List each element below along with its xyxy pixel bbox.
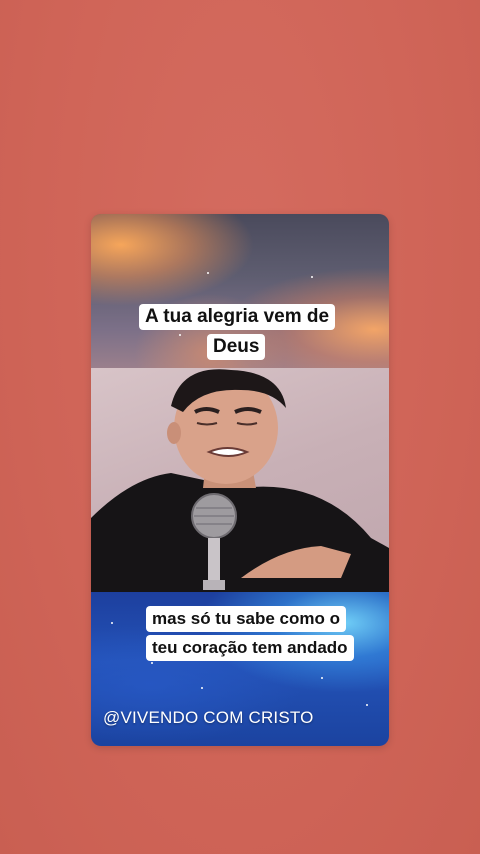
star-icon bbox=[111, 622, 113, 624]
caption-bottom-line-1: mas só tu sabe como o bbox=[146, 606, 346, 632]
caption-top-line-2-text: Deus bbox=[213, 336, 260, 357]
caption-top-line-1-text: A tua alegria vem de bbox=[145, 306, 330, 327]
singer-portrait bbox=[91, 368, 389, 592]
star-icon bbox=[311, 276, 313, 278]
caption-top-line-2: Deus bbox=[207, 334, 266, 360]
star-icon bbox=[151, 662, 153, 664]
star-icon bbox=[366, 704, 368, 706]
star-icon bbox=[207, 272, 209, 274]
caption-bottom-line-1-text: mas só tu sabe como o bbox=[152, 609, 340, 628]
star-icon bbox=[321, 677, 323, 679]
video-card[interactable]: A tua alegria vem de Deus mas só tu sabe… bbox=[91, 214, 389, 746]
singer-illustration bbox=[91, 369, 389, 592]
caption-top-line-1: A tua alegria vem de bbox=[139, 304, 336, 330]
channel-watermark: @VIVENDO COM CRISTO bbox=[103, 708, 314, 727]
caption-bottom-line-2-text: teu coração tem andado bbox=[152, 638, 348, 657]
star-icon bbox=[201, 687, 203, 689]
caption-bottom-line-2: teu coração tem andado bbox=[146, 635, 354, 661]
star-icon bbox=[179, 334, 181, 336]
